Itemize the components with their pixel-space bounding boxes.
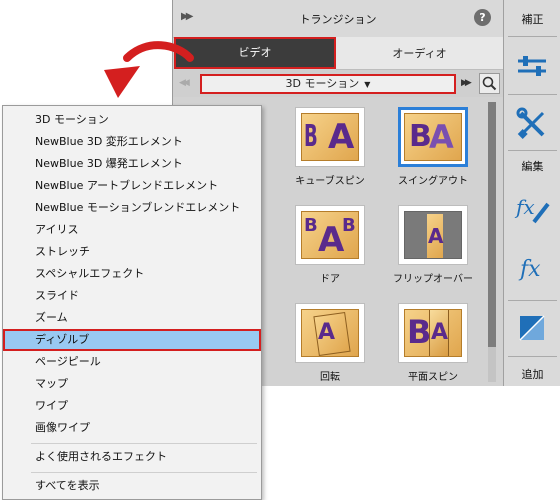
transition-label: キューブスピン bbox=[295, 176, 365, 187]
menu-item-newblue-motion-blend[interactable]: NewBlue モーションブレンドエレメント bbox=[3, 197, 261, 219]
transitions-icon[interactable] bbox=[512, 308, 552, 348]
thumbnail-frame: B A bbox=[398, 107, 468, 167]
transition-thumbnail-cube-spin[interactable]: B A キューブスピン bbox=[290, 107, 370, 187]
category-dropdown-menu: 3D モーション NewBlue 3D 変形エレメント NewBlue 3D 爆… bbox=[2, 105, 262, 500]
menu-item-frequently-used[interactable]: よく使用されるエフェクト bbox=[3, 446, 261, 468]
menu-divider bbox=[31, 443, 257, 444]
menu-item-iris[interactable]: アイリス bbox=[3, 219, 261, 241]
right-sidebar: 補正 編集 fx fx 追加 bbox=[503, 0, 560, 386]
menu-item-zoom[interactable]: ズーム bbox=[3, 307, 261, 329]
sidebar-divider bbox=[508, 356, 557, 357]
search-button[interactable] bbox=[479, 73, 500, 94]
help-icon[interactable]: ? bbox=[474, 9, 491, 26]
rotate-preview: A bbox=[301, 309, 359, 357]
transition-label: ドア bbox=[320, 274, 340, 285]
menu-item-newblue-3d-explode[interactable]: NewBlue 3D 爆発エレメント bbox=[3, 153, 261, 175]
svg-text:fx: fx bbox=[518, 257, 541, 282]
transition-label: 平面スピン bbox=[408, 372, 458, 383]
sidebar-divider bbox=[508, 300, 557, 301]
effects-edit-icon[interactable]: fx bbox=[512, 188, 552, 228]
cube-spin-preview: B A bbox=[301, 113, 359, 161]
panel-title: トランジション bbox=[299, 13, 377, 26]
adjust-section-label: 補正 bbox=[521, 13, 544, 26]
sidebar-divider bbox=[508, 36, 557, 37]
sidebar-divider bbox=[508, 94, 557, 95]
menu-item-newblue-3d-transform[interactable]: NewBlue 3D 変形エレメント bbox=[3, 131, 261, 153]
sidebar-divider bbox=[508, 150, 557, 151]
menu-item-map[interactable]: マップ bbox=[3, 373, 261, 395]
thumbnail-frame: A bbox=[295, 303, 365, 363]
menu-item-3d-motion[interactable]: 3D モーション bbox=[3, 109, 261, 131]
plane-spin-preview: B A bbox=[404, 309, 462, 357]
transition-thumbnail-swing-out[interactable]: B A スイングアウト bbox=[393, 107, 473, 187]
grid-scrollbar[interactable] bbox=[488, 102, 496, 382]
transition-label: スイングアウト bbox=[398, 176, 468, 187]
thumbnail-frame: B A bbox=[295, 107, 365, 167]
thumbnail-frame: B A bbox=[398, 303, 468, 363]
svg-text:fx: fx bbox=[514, 195, 535, 219]
transition-label: フリップオーバー bbox=[393, 274, 473, 285]
edit-section-label: 編集 bbox=[521, 160, 544, 173]
transition-thumbnail-flip-over[interactable]: A フリップオーバー bbox=[393, 205, 473, 285]
category-nav-row: ◀◀ 3D モーション ▼ ▶▶ bbox=[173, 70, 503, 97]
menu-item-stretch[interactable]: ストレッチ bbox=[3, 241, 261, 263]
media-type-tabs: ビデオ オーディオ bbox=[173, 37, 503, 70]
menu-item-special-effect[interactable]: スペシャルエフェクト bbox=[3, 263, 261, 285]
chevron-down-icon: ▼ bbox=[364, 80, 371, 89]
transition-thumbnail-rotate[interactable]: A 回転 bbox=[290, 303, 370, 383]
search-icon bbox=[482, 76, 497, 91]
category-dropdown[interactable]: 3D モーション ▼ bbox=[200, 74, 456, 94]
next-category-icon[interactable]: ▶▶ bbox=[461, 78, 472, 88]
menu-item-slide[interactable]: スライド bbox=[3, 285, 261, 307]
add-section-label: 追加 bbox=[521, 368, 544, 381]
door-preview: B A B bbox=[301, 211, 359, 259]
scrollbar-thumb[interactable] bbox=[488, 102, 496, 347]
panel-header: ▶▶ トランジション ? bbox=[173, 0, 503, 38]
tab-audio[interactable]: オーディオ bbox=[336, 37, 503, 70]
transition-thumbnail-door[interactable]: B A B ドア bbox=[290, 205, 370, 285]
transition-label: 回転 bbox=[320, 372, 340, 383]
flip-over-preview: A bbox=[404, 211, 462, 259]
curved-arrow-icon bbox=[104, 41, 194, 98]
category-dropdown-value: 3D モーション bbox=[285, 77, 360, 90]
thumbnail-frame: A bbox=[398, 205, 468, 265]
menu-item-page-peel[interactable]: ページピール bbox=[3, 351, 261, 373]
menu-divider bbox=[31, 472, 257, 473]
effects-icon[interactable]: fx bbox=[512, 248, 552, 288]
thumbnail-frame: B A B bbox=[295, 205, 365, 265]
menu-item-newblue-art-blend[interactable]: NewBlue アートブレンドエレメント bbox=[3, 175, 261, 197]
adjust-sliders-icon[interactable] bbox=[512, 46, 552, 86]
menu-item-wipe[interactable]: ワイプ bbox=[3, 395, 261, 417]
swing-out-preview: B A bbox=[404, 113, 462, 161]
menu-item-dissolve[interactable]: ディゾルブ bbox=[3, 329, 261, 351]
menu-item-image-wipe[interactable]: 画像ワイプ bbox=[3, 417, 261, 439]
transition-thumbnail-plane-spin[interactable]: B A 平面スピン bbox=[393, 303, 473, 383]
tools-icon[interactable] bbox=[512, 104, 552, 144]
menu-item-show-all[interactable]: すべてを表示 bbox=[3, 475, 261, 497]
